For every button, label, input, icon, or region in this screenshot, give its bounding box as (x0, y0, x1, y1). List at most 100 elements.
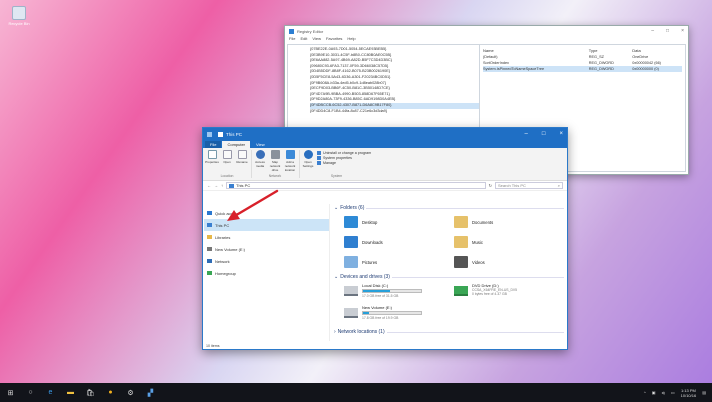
hard-drive-icon (344, 308, 358, 318)
registry-app-icon (289, 28, 294, 34)
manage-link[interactable]: Manage (317, 161, 371, 165)
uninstall-program-link[interactable]: Uninstall or change a program (317, 151, 371, 155)
close-icon[interactable]: × (681, 28, 684, 34)
add-network-location-button[interactable]: Add a network location (284, 150, 296, 174)
menu-view[interactable]: View (312, 36, 321, 43)
folder-pictures[interactable]: Pictures (344, 254, 454, 270)
value-data: 0x00000000 (0) (632, 66, 682, 72)
clock[interactable]: 1:13 PM 10/10/16 (681, 388, 697, 398)
menu-favorites[interactable]: Favorites (326, 36, 342, 43)
folders-section-header[interactable]: ⌄ Folders (6) (334, 204, 564, 212)
recycle-bin-desktop-icon[interactable]: Recycle Bin (6, 6, 32, 26)
ribbon-tabs: File Computer View (203, 140, 567, 148)
desktop-folder-icon (344, 216, 358, 228)
chrome-icon[interactable]: ● (106, 388, 115, 397)
column-name[interactable]: Name (483, 47, 589, 54)
registry-editor-taskbar-icon[interactable]: ▞ (146, 388, 155, 397)
tab-view[interactable]: View (251, 141, 270, 148)
file-explorer-icon[interactable]: ▬ (66, 388, 75, 397)
column-type[interactable]: Type (589, 47, 632, 54)
network-location-icon (285, 150, 295, 159)
dvd-drive-icon (454, 286, 468, 296)
drive-dvd-d[interactable]: DVD Drive (D:) CCSA_X64FRE_EN-US_DV5 0 byt… (454, 283, 564, 303)
volume-icon[interactable]: ◂) (662, 390, 665, 395)
gear-icon (303, 150, 313, 159)
properties-button[interactable]: Properties (205, 150, 219, 174)
status-bar-text: 10 items (206, 344, 220, 348)
drive-icon (207, 247, 212, 251)
ribbon-group-system: Open Settings Uninstall or change a prog… (302, 150, 374, 178)
forward-arrow-icon[interactable]: → (214, 183, 218, 188)
refresh-icon[interactable]: ↻ (489, 183, 492, 188)
minimize-icon[interactable]: – (525, 131, 528, 137)
computer-icon (207, 223, 212, 227)
system-icon (317, 156, 321, 160)
media-icon (255, 150, 265, 159)
tab-file[interactable]: File (205, 141, 222, 148)
nav-item-network[interactable]: Network (204, 255, 329, 267)
videos-folder-icon (454, 256, 468, 268)
edge-icon[interactable]: e (46, 388, 55, 397)
search-icon[interactable]: ○ (26, 388, 35, 397)
explorer-quick-access-icons[interactable] (207, 131, 223, 137)
rename-button[interactable]: Rename (236, 150, 248, 174)
value-type: REG_DWORD (588, 66, 633, 72)
nav-item-new-volume[interactable]: New Volume (E:) (204, 243, 329, 255)
store-icon[interactable]: 🛍 (86, 388, 95, 397)
menu-help[interactable]: Help (347, 36, 355, 43)
notifications-icon[interactable]: ▤ (702, 390, 706, 395)
network-drive-icon (270, 150, 280, 159)
library-icon (207, 235, 212, 239)
folder-desktop[interactable]: Desktop (344, 214, 454, 230)
value-name: System.IsPinnedToNameSpaceTree (483, 66, 589, 72)
drives-section-header[interactable]: ⌄ Devices and drives (3) (334, 273, 564, 281)
search-icon: ⌕ (557, 183, 560, 188)
open-icon (222, 150, 232, 159)
access-media-button[interactable]: Access media (254, 150, 266, 174)
folder-music[interactable]: Music (454, 234, 564, 250)
drive-local-disk-c[interactable]: Local Disk (C:) 17.0 GB free of 31.5 GB (344, 283, 454, 303)
registry-key[interactable]: {0F4DD4C8-F1B4-44fa-8c87-C21e6c3d3da9} (310, 109, 479, 115)
drive-usage-bar (362, 289, 422, 293)
explorer-title: This PC (226, 131, 243, 137)
programs-icon (317, 151, 321, 155)
column-data[interactable]: Data (632, 47, 682, 54)
map-network-drive-button[interactable]: Map network drive (269, 150, 281, 174)
network-locations-header[interactable]: › Network locations (1) (334, 328, 564, 336)
menu-file[interactable]: File (289, 36, 295, 43)
open-settings-button[interactable]: Open Settings (302, 150, 314, 174)
network-icon[interactable]: ▣ (652, 390, 656, 395)
back-arrow-icon[interactable]: ← (207, 183, 211, 188)
maximize-icon[interactable]: □ (542, 131, 546, 137)
ribbon: Properties Open Rename Location Access m… (203, 148, 567, 181)
start-button[interactable]: ⊞ (6, 388, 15, 397)
properties-icon (207, 150, 217, 159)
tab-computer[interactable]: Computer (222, 141, 251, 148)
folder-downloads[interactable]: Downloads (344, 234, 454, 250)
close-icon[interactable]: × (559, 131, 563, 137)
system-properties-link[interactable]: System properties (317, 156, 371, 160)
chevron-up-icon[interactable]: ^ (644, 390, 646, 395)
ribbon-group-label: Location (220, 174, 234, 178)
open-button[interactable]: Open (221, 150, 233, 174)
registry-title: Registry Editor (297, 28, 324, 34)
menu-edit[interactable]: Edit (300, 36, 307, 43)
keyboard-icon[interactable]: ▭ (671, 390, 675, 395)
homegroup-icon (207, 271, 212, 275)
search-input[interactable]: Search This PC ⌕ (495, 182, 563, 189)
star-icon (207, 211, 212, 215)
settings-icon[interactable]: ⚙ (126, 388, 135, 397)
maximize-icon[interactable]: □ (666, 28, 669, 34)
folder-videos[interactable]: Videos (454, 254, 564, 270)
drive-new-volume-e[interactable]: New Volume (E:) 17.8 GB free of 19.9 GB (344, 305, 454, 325)
minimize-icon[interactable]: – (651, 28, 654, 34)
nav-item-libraries[interactable]: Libraries (204, 231, 329, 243)
folders-grid: Desktop Documents Downloads Music Pictur… (334, 212, 564, 273)
ribbon-group-location: Properties Open Rename Location (205, 150, 252, 178)
system-tray: ^ ▣ ◂) ▭ 1:13 PM 10/10/16 ▤ (644, 388, 706, 398)
pictures-folder-icon (344, 256, 358, 268)
music-folder-icon (454, 236, 468, 248)
folder-documents[interactable]: Documents (454, 214, 564, 230)
registry-value-row-selected[interactable]: System.IsPinnedToNameSpaceTree REG_DWORD… (483, 66, 682, 72)
nav-item-homegroup[interactable]: Homegroup (204, 267, 329, 279)
